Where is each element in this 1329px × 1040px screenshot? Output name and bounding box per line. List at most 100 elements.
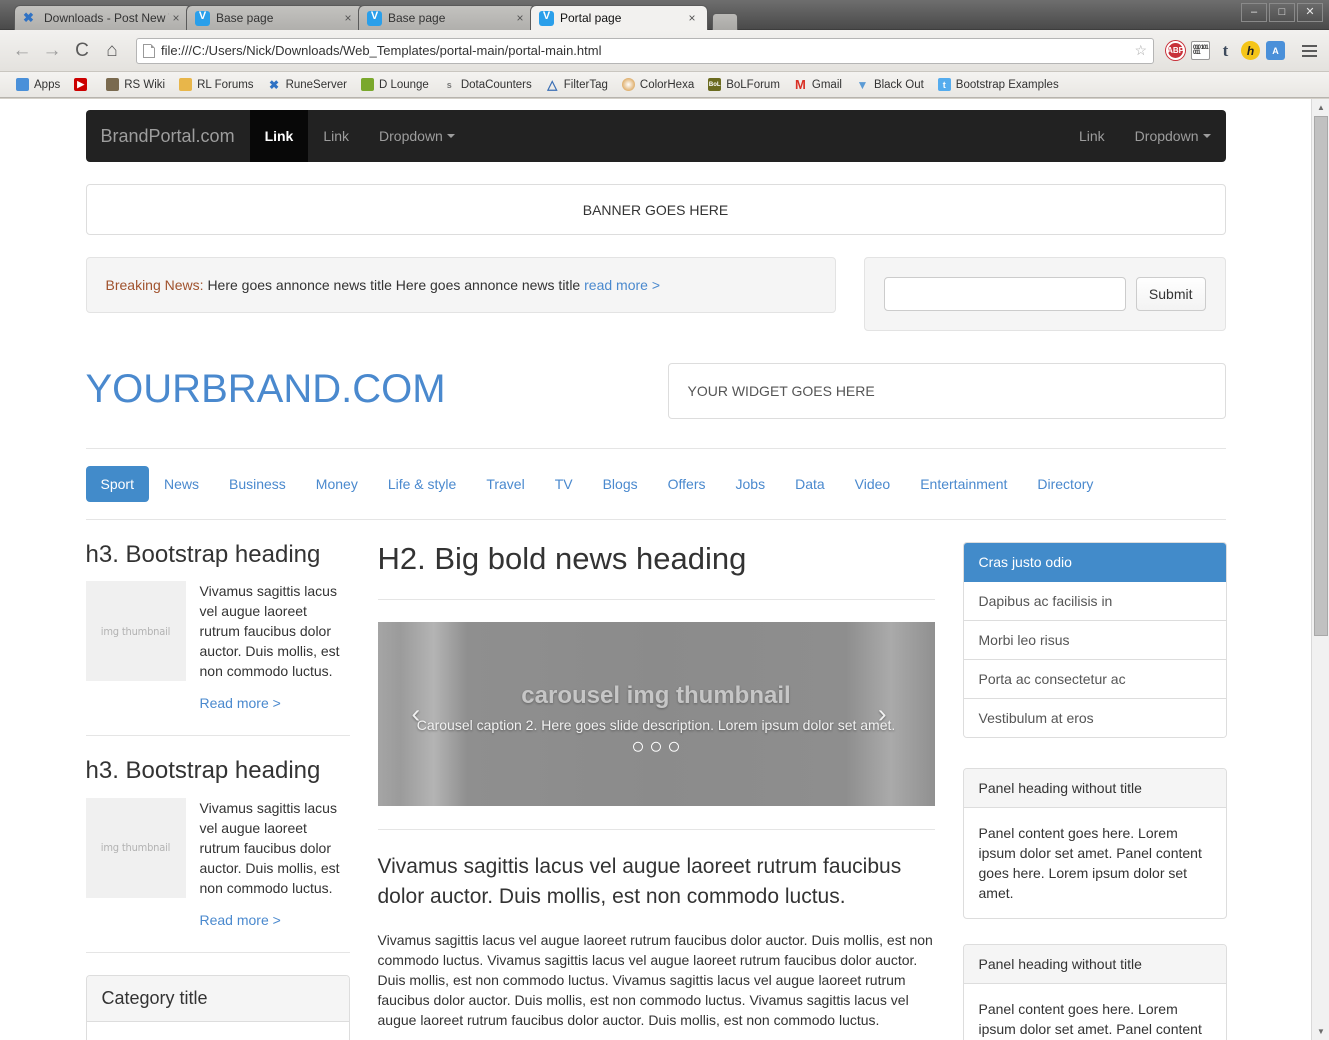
tab-title: Downloads - Post New Th — [44, 11, 169, 25]
bookmark-rl-forums[interactable]: RL Forums — [173, 76, 259, 93]
close-window-button[interactable]: ✕ — [1297, 3, 1323, 22]
bookmark-rs-wiki[interactable]: RS Wiki — [100, 76, 171, 93]
carousel-indicator-1[interactable] — [633, 741, 643, 752]
article-card: h3. Bootstrap heading img thumbnail Viva… — [85, 541, 350, 713]
forward-icon[interactable]: → — [38, 37, 66, 65]
carousel-indicator-2[interactable] — [651, 741, 661, 752]
category-life-style[interactable]: Life & style — [373, 466, 471, 502]
bookmark-gmail[interactable]: M Gmail — [788, 76, 848, 93]
navbar-link-2[interactable]: Link — [308, 110, 364, 162]
page-title: YOURBRAND.COM — [85, 367, 446, 411]
carousel-slide: carousel img thumbnail Carousel caption … — [378, 682, 935, 752]
search-input[interactable] — [883, 277, 1126, 311]
tumblr-icon[interactable]: t — [1216, 41, 1235, 60]
scrollbar-thumb[interactable] — [1314, 116, 1328, 636]
side-panel: Panel heading without title Panel conten… — [962, 768, 1227, 919]
navbar-link-right[interactable]: Link — [1064, 110, 1120, 162]
page-scrollbar[interactable]: ▲ ▼ — [1311, 99, 1329, 1040]
translate-icon[interactable]: A — [1266, 41, 1285, 60]
category-directory[interactable]: Directory — [1022, 466, 1108, 502]
category-sport[interactable]: Sport — [85, 466, 149, 502]
article-body: Vivamus sagittis lacus vel augue laoreet… — [200, 581, 350, 713]
scroll-up-arrow-icon[interactable]: ▲ — [1312, 99, 1329, 116]
carousel-indicators — [378, 741, 935, 752]
category-travel[interactable]: Travel — [471, 466, 539, 502]
bookmark-bolforum[interactable]: BoL BoLForum — [702, 76, 786, 93]
v-logo-icon — [539, 10, 554, 26]
bookmark-black-out[interactable]: ▼ Black Out — [850, 76, 930, 93]
breaking-news-read-more-link[interactable]: read more > — [584, 277, 660, 293]
browser-tab-1[interactable]: Downloads - Post New Th × — [14, 5, 192, 30]
side-panel-heading: Panel heading without title — [963, 945, 1226, 984]
browser-tab-2[interactable]: Base page × — [186, 5, 364, 30]
back-icon[interactable]: ← — [8, 37, 36, 65]
bookmark-runeserver[interactable]: ✖ RuneServer — [262, 76, 353, 93]
navbar-brand[interactable]: BrandPortal.com — [86, 110, 250, 162]
category-money[interactable]: Money — [301, 466, 373, 502]
qr-code-icon[interactable]: 010 101 011 — [1191, 41, 1210, 60]
bookmark-d-lounge[interactable]: D Lounge — [355, 76, 435, 93]
browser-tab-4-active[interactable]: Portal page × — [530, 5, 708, 30]
tab-strip: Downloads - Post New Th × Base page × Ba… — [14, 5, 738, 30]
list-item[interactable]: Dapibus ac facilisis in — [963, 582, 1226, 621]
chevron-down-icon — [1202, 134, 1211, 138]
submit-button[interactable]: Submit — [1135, 277, 1206, 311]
right-sidebar: Cras justo odio Dapibus ac facilisis in … — [962, 542, 1227, 1040]
bookmark-bootstrap-examples[interactable]: t Bootstrap Examples — [932, 76, 1065, 93]
scroll-down-arrow-icon[interactable]: ▼ — [1312, 1023, 1329, 1040]
category-panel: Category title — [85, 974, 350, 1040]
v-logo-icon — [195, 10, 210, 26]
category-offers[interactable]: Offers — [653, 466, 721, 502]
reload-icon[interactable]: C — [68, 37, 96, 65]
category-tv[interactable]: TV — [540, 466, 588, 502]
tab-close-icon[interactable]: × — [341, 11, 355, 25]
chrome-menu-icon[interactable] — [1297, 44, 1321, 57]
left-sidebar: h3. Bootstrap heading img thumbnail Viva… — [85, 541, 350, 1040]
v-logo-icon — [367, 10, 382, 26]
list-item[interactable]: Porta ac consectetur ac — [963, 660, 1226, 699]
list-item-active[interactable]: Cras justo odio — [963, 543, 1226, 582]
bookmark-label: RS Wiki — [124, 78, 166, 91]
category-jobs[interactable]: Jobs — [721, 466, 781, 502]
read-more-link[interactable]: Read more > — [200, 693, 350, 713]
tab-close-icon[interactable]: × — [513, 11, 527, 25]
category-video[interactable]: Video — [840, 466, 906, 502]
list-group: Cras justo odio Dapibus ac facilisis in … — [962, 542, 1227, 738]
bookmark-dotacounters[interactable]: s DotaCounters — [437, 76, 538, 93]
apps-grid-icon — [16, 78, 29, 91]
carousel[interactable]: ‹ › carousel img thumbnail Carousel capt… — [377, 622, 935, 807]
bookmark-apps[interactable]: Apps — [10, 76, 66, 93]
category-blogs[interactable]: Blogs — [588, 466, 653, 502]
divider — [377, 599, 935, 601]
tab-close-icon[interactable]: × — [685, 11, 699, 25]
tab-title: Base page — [216, 11, 274, 25]
category-data[interactable]: Data — [780, 466, 840, 502]
navbar-dropdown-left[interactable]: Dropdown — [364, 110, 470, 162]
bookmark-star-icon[interactable]: ☆ — [1134, 42, 1147, 59]
category-business[interactable]: Business — [214, 466, 301, 502]
maximize-button[interactable]: □ — [1269, 3, 1295, 22]
read-more-link[interactable]: Read more > — [200, 910, 350, 930]
window-controls: – □ ✕ — [1241, 3, 1323, 22]
list-item[interactable]: Morbi leo risus — [963, 621, 1226, 660]
carousel-indicator-3[interactable] — [669, 741, 679, 752]
tab-close-icon[interactable]: × — [169, 11, 183, 25]
browser-tab-3[interactable]: Base page × — [358, 5, 536, 30]
address-bar[interactable]: file:///C:/Users/Nick/Downloads/Web_Temp… — [136, 37, 1154, 64]
minimize-button[interactable]: – — [1241, 3, 1267, 22]
category-entertainment[interactable]: Entertainment — [905, 466, 1022, 502]
category-news[interactable]: News — [149, 466, 214, 502]
bookmark-colorhexa[interactable]: ColorHexa — [616, 76, 700, 93]
side-panel-body: Panel content goes here. Lorem ipsum dol… — [978, 825, 1202, 901]
navbar-link-1[interactable]: Link — [249, 110, 309, 162]
home-icon[interactable]: ⌂ — [98, 37, 126, 65]
bookmark-filtertag[interactable]: △ FilterTag — [540, 76, 614, 93]
colorhexa-icon — [621, 78, 635, 91]
new-tab-button[interactable] — [712, 13, 738, 30]
hover-icon[interactable]: h — [1241, 41, 1260, 60]
list-item[interactable]: Vestibulum at eros — [963, 699, 1226, 737]
bookmark-youtube[interactable]: ▶ — [68, 76, 98, 93]
navbar-dropdown-right[interactable]: Dropdown — [1120, 110, 1226, 162]
adblock-plus-icon[interactable]: ABP — [1166, 41, 1185, 60]
article-body: Vivamus sagittis lacus vel augue laoreet… — [200, 798, 350, 930]
